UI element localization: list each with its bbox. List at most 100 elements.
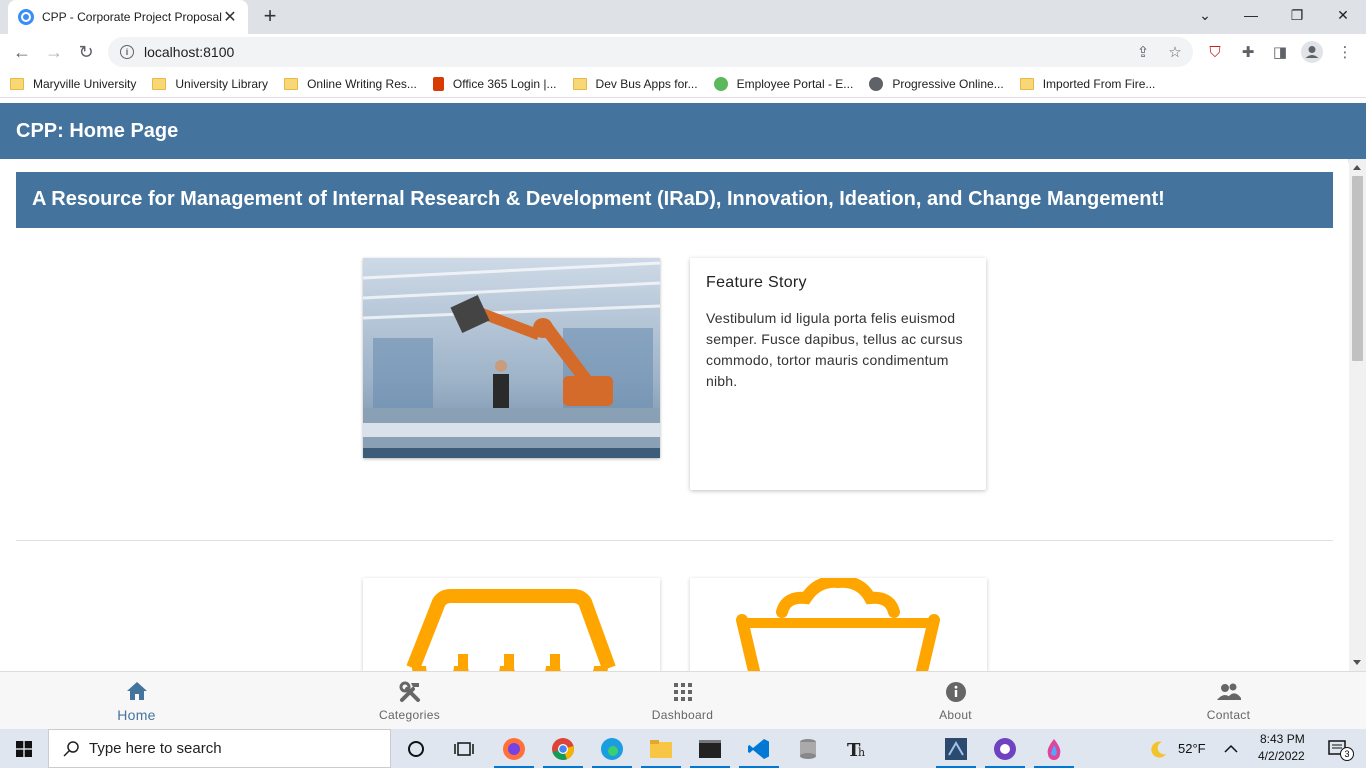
- bottom-tab-bar: Home Categories Dashboard About Contact: [0, 671, 1366, 729]
- storefront-icon: [406, 589, 616, 671]
- close-window-button[interactable]: ✕: [1320, 0, 1366, 30]
- app-header: CPP: Home Page: [0, 103, 1366, 159]
- taskbar-search-input[interactable]: Type here to search: [48, 729, 391, 768]
- minimize-button[interactable]: —: [1228, 0, 1274, 30]
- bookmark-label: Imported From Fire...: [1042, 76, 1156, 91]
- tab-search-icon[interactable]: ⌄: [1182, 0, 1228, 30]
- search-placeholder: Type here to search: [89, 740, 222, 757]
- back-icon[interactable]: ←: [8, 38, 36, 66]
- folder-icon: [284, 77, 299, 90]
- globe-icon: [869, 76, 884, 91]
- tools-icon: [399, 680, 421, 704]
- bookmark-item[interactable]: Dev Bus Apps for...: [572, 76, 698, 91]
- chrome-icon[interactable]: [539, 729, 587, 768]
- notifications-icon[interactable]: 3: [1318, 729, 1358, 768]
- bookmark-item[interactable]: Office 365 Login |...: [432, 76, 557, 91]
- folder-icon: [1019, 77, 1034, 90]
- welcome-banner: A Resource for Management of Internal Re…: [16, 172, 1333, 228]
- new-tab-button[interactable]: +: [258, 4, 282, 28]
- edge-icon[interactable]: [588, 729, 636, 768]
- bookmark-item[interactable]: Employee Portal - E...: [713, 76, 854, 91]
- bookmark-label: Maryville University: [33, 76, 137, 91]
- home-icon: [126, 679, 148, 703]
- feature-image: [363, 258, 660, 458]
- bookmark-item[interactable]: University Library: [152, 77, 268, 91]
- bookmark-label: Progressive Online...: [892, 76, 1004, 91]
- file-explorer-icon[interactable]: [637, 729, 685, 768]
- forward-icon[interactable]: →: [40, 38, 68, 66]
- folder-icon: [152, 77, 167, 90]
- extension-shield-icon[interactable]: ⛉: [1203, 40, 1227, 64]
- bookmark-label: University Library: [175, 76, 269, 91]
- tab-label: Dashboard: [651, 708, 714, 722]
- tab-about[interactable]: About: [819, 672, 1092, 730]
- bookmark-item[interactable]: Imported From Fire...: [1019, 76, 1156, 91]
- scroll-thumb[interactable]: [1352, 176, 1363, 361]
- tab-home[interactable]: Home: [0, 672, 273, 730]
- clock-date[interactable]: 4/2/2022: [1258, 749, 1305, 763]
- weather-temp[interactable]: 52°F: [1178, 741, 1206, 756]
- scroll-up-icon[interactable]: [1353, 165, 1361, 170]
- info-icon: [945, 680, 966, 704]
- close-tab-icon[interactable]: ✕: [222, 7, 238, 27]
- scroll-down-icon[interactable]: [1353, 660, 1361, 665]
- banner-text: A Resource for Management of Internal Re…: [32, 188, 1165, 210]
- menu-kebab-icon[interactable]: ⋮: [1333, 40, 1357, 64]
- url-text: localhost:8100: [144, 44, 235, 60]
- app-favicon-icon: [18, 9, 34, 25]
- windows-start-icon[interactable]: [0, 729, 48, 768]
- github-desktop-icon[interactable]: [981, 729, 1029, 768]
- vscode-icon[interactable]: [735, 729, 783, 768]
- bookmark-item[interactable]: Maryville University: [10, 77, 136, 91]
- main-content: A Resource for Management of Internal Re…: [0, 159, 1348, 671]
- bookmark-label: Dev Bus Apps for...: [595, 76, 698, 91]
- tray-chevron-up-icon[interactable]: [1216, 729, 1246, 768]
- screen: CPP - Corporate Project Proposal ✕ + ⌄ —…: [0, 0, 1366, 768]
- feature-card-body: Vestibulum id ligula porta felis euismod…: [706, 310, 963, 389]
- bookmarks-bar: Maryville University University Library …: [0, 70, 1366, 98]
- bookmark-item[interactable]: Online Writing Res...: [284, 77, 417, 91]
- reload-icon[interactable]: ↻: [72, 38, 100, 66]
- restore-button[interactable]: ❐: [1274, 0, 1320, 30]
- tab-label: Contact: [1206, 708, 1251, 722]
- grid-icon: [673, 680, 692, 704]
- site-info-icon[interactable]: i: [120, 45, 134, 59]
- terminal-icon[interactable]: [686, 729, 734, 768]
- category-card-store[interactable]: [363, 578, 660, 671]
- page-title: CPP: Home Page: [16, 120, 179, 142]
- tab-label: Home: [117, 707, 156, 723]
- ssms-icon[interactable]: [932, 729, 980, 768]
- browser-tabstrip: CPP - Corporate Project Proposal ✕ + ⌄ —…: [0, 0, 1366, 34]
- page-scrollbar[interactable]: [1349, 159, 1366, 671]
- share-icon[interactable]: ⇪: [1131, 37, 1155, 67]
- portal-icon: [713, 76, 728, 91]
- section-divider: [16, 540, 1333, 541]
- tab-categories[interactable]: Categories: [273, 672, 546, 730]
- bookmark-item[interactable]: Progressive Online...: [869, 76, 1004, 91]
- tab-contact[interactable]: Contact: [1092, 672, 1365, 730]
- category-card-basket[interactable]: [690, 578, 987, 671]
- firefox-icon[interactable]: [490, 729, 538, 768]
- bookmark-star-icon[interactable]: ☆: [1163, 37, 1187, 67]
- bookmark-label: Office 365 Login |...: [452, 76, 557, 91]
- tab-dashboard[interactable]: Dashboard: [546, 672, 819, 730]
- extensions-puzzle-icon[interactable]: ✚: [1236, 40, 1260, 64]
- bookmark-label: Employee Portal - E...: [736, 76, 854, 91]
- typora-icon[interactable]: Th: [833, 729, 881, 768]
- database-icon[interactable]: [784, 729, 832, 768]
- folder-icon: [10, 77, 24, 90]
- cortana-icon[interactable]: [392, 729, 440, 768]
- basket-icon: [736, 578, 940, 671]
- address-bar[interactable]: i localhost:8100 ⇪ ☆: [108, 37, 1193, 67]
- feature-story-card[interactable]: Feature Story Vestibulum id ligula porta…: [690, 258, 986, 490]
- clock-time[interactable]: 8:43 PM: [1260, 732, 1305, 746]
- profile-avatar-icon[interactable]: [1300, 40, 1324, 64]
- svg-text:h: h: [858, 746, 865, 759]
- side-panel-icon[interactable]: ◨: [1268, 40, 1292, 64]
- task-view-icon[interactable]: [440, 729, 488, 768]
- browser-tab[interactable]: CPP - Corporate Project Proposal ✕: [8, 0, 248, 34]
- browser-toolbar: ← → ↻ i localhost:8100 ⇪ ☆ ⛉ ✚ ◨ ⋮: [0, 34, 1366, 70]
- weather-moon-icon[interactable]: [1144, 729, 1174, 768]
- paint-icon[interactable]: [1030, 729, 1078, 768]
- tab-title: CPP - Corporate Project Proposal: [42, 10, 222, 24]
